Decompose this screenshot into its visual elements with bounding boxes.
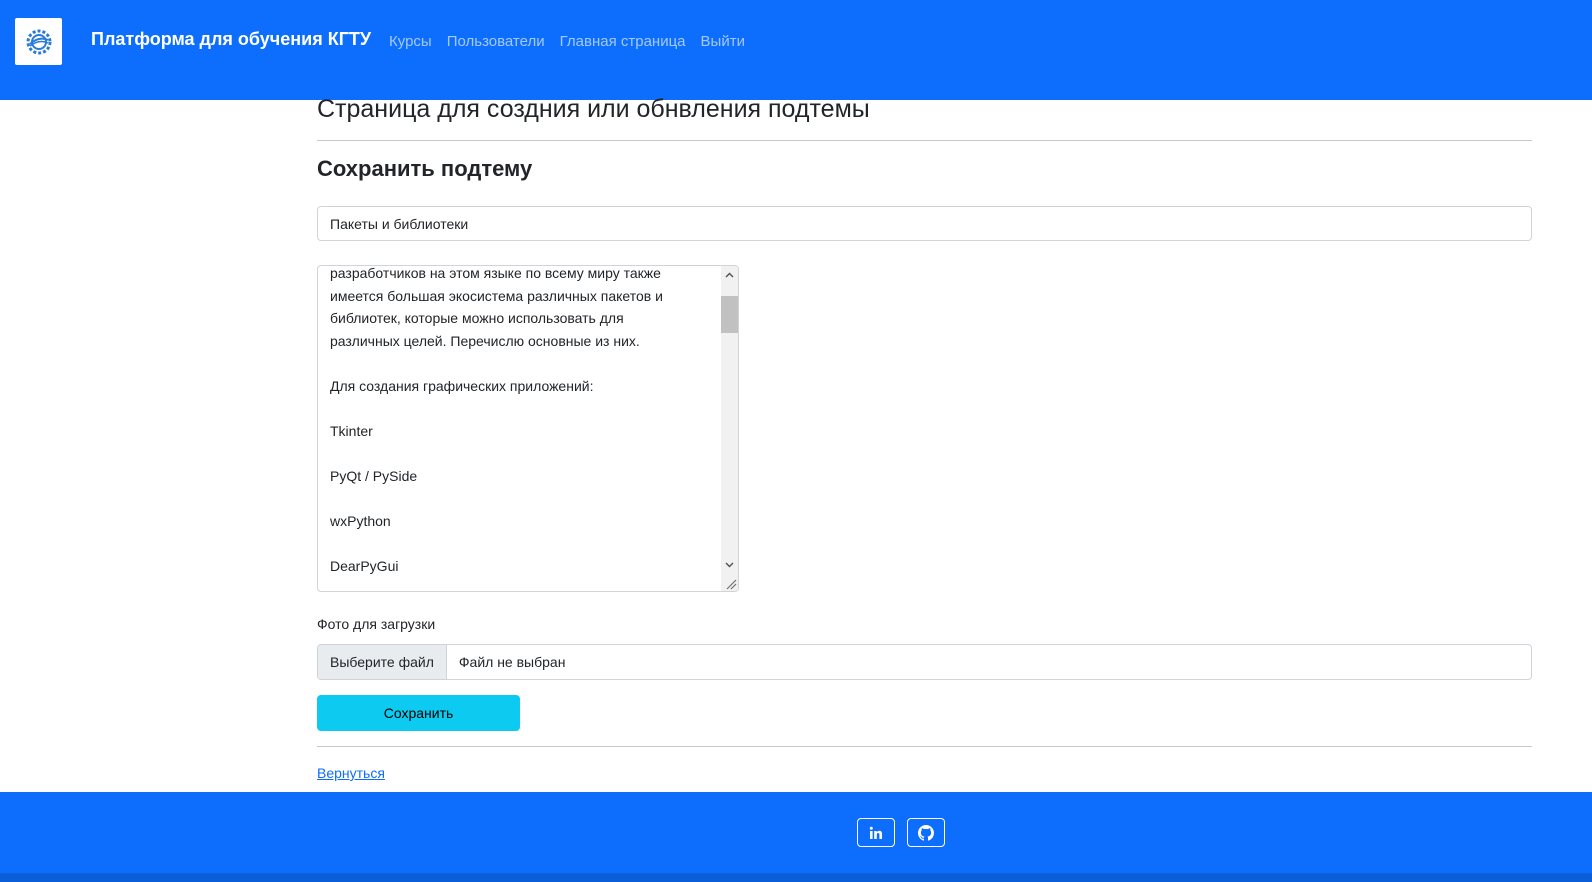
nav-logout[interactable]: Выйти bbox=[701, 33, 745, 50]
github-button[interactable] bbox=[907, 818, 945, 847]
nav-users[interactable]: Пользователи bbox=[447, 33, 545, 50]
textarea-line: библиотек, которые можно использовать дл… bbox=[330, 310, 624, 326]
textarea-blank-line bbox=[330, 442, 718, 465]
textarea-text: разработчиков на этом языке по всему мир… bbox=[330, 265, 718, 577]
textarea-line: DearPyGui bbox=[330, 557, 399, 574]
textarea-blank-line bbox=[330, 532, 718, 555]
resize-grip-icon[interactable] bbox=[724, 577, 737, 590]
scroll-down-icon[interactable] bbox=[721, 556, 738, 573]
textarea-blank-line bbox=[330, 352, 718, 375]
linkedin-icon bbox=[869, 826, 882, 839]
textarea-blank-line bbox=[330, 397, 718, 420]
textarea-line: имеется большая экосистема различных пак… bbox=[330, 287, 663, 304]
textarea-line: разработчиков на этом языке по всему мир… bbox=[330, 265, 661, 281]
github-icon bbox=[918, 824, 934, 841]
nav-courses[interactable]: Курсы bbox=[389, 33, 432, 50]
file-label: Фото для загрузки bbox=[317, 616, 436, 632]
scrollbar-thumb[interactable] bbox=[721, 296, 738, 333]
photo-file-input[interactable]: Выберите файл Файл не выбран bbox=[317, 644, 1532, 680]
textarea-line: Для создания графических приложений: bbox=[330, 377, 594, 394]
logo-icon bbox=[26, 29, 51, 54]
back-link[interactable]: Вернуться bbox=[317, 765, 385, 781]
textarea-line: Tkinter bbox=[330, 422, 373, 439]
textarea-blank-line bbox=[330, 487, 718, 510]
textarea-line: wxPython bbox=[330, 512, 391, 529]
section-title: Сохранить подтему bbox=[317, 156, 533, 181]
linkedin-button[interactable] bbox=[857, 818, 895, 847]
divider bbox=[317, 746, 1532, 747]
page-title: Страница для создния или обнвления подте… bbox=[317, 95, 870, 123]
choose-file-button[interactable]: Выберите файл bbox=[318, 645, 447, 679]
divider bbox=[317, 140, 1532, 141]
subtopic-content-textarea[interactable]: разработчиков на этом языке по всему мир… bbox=[317, 265, 739, 592]
file-status: Файл не выбран bbox=[458, 654, 566, 670]
footer bbox=[0, 792, 1592, 873]
save-button[interactable]: Сохранить bbox=[317, 695, 520, 731]
textarea-line: различных целей. Перечислю основные из н… bbox=[330, 332, 640, 349]
brand-title[interactable]: Платформа для обучения КГТУ bbox=[91, 29, 371, 50]
nav-links: Курсы Пользователи Главная страница Выйт… bbox=[389, 33, 745, 50]
footer-bottom-bar bbox=[0, 873, 1592, 882]
textarea-line: PyQt / PySide bbox=[330, 467, 418, 484]
logo[interactable] bbox=[15, 18, 62, 65]
nav-home[interactable]: Главная страница bbox=[560, 33, 686, 50]
subtopic-name-input[interactable] bbox=[317, 206, 1532, 241]
scroll-up-icon[interactable] bbox=[721, 266, 738, 283]
navbar: Платформа для обучения КГТУ Курсы Пользо… bbox=[0, 0, 1592, 100]
